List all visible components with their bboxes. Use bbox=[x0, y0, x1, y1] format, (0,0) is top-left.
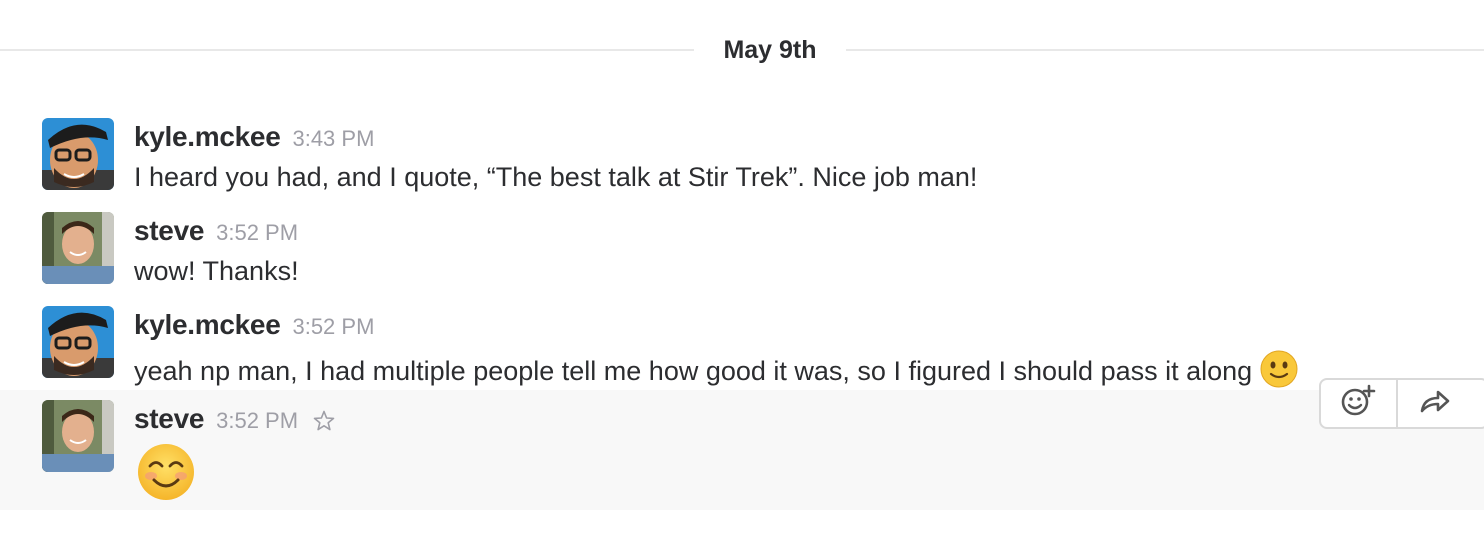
avatar-steve[interactable] bbox=[42, 400, 114, 472]
author-name[interactable]: kyle.mckee bbox=[134, 121, 281, 152]
message-header: kyle.mckee 3:52 PM bbox=[134, 309, 374, 341]
message-header: steve 3:52 PM bbox=[134, 403, 336, 438]
timestamp[interactable]: 3:52 PM bbox=[216, 220, 298, 245]
message-text: wow! Thanks! bbox=[134, 256, 299, 286]
message-text: yeah np man, I had multiple people tell … bbox=[134, 350, 1298, 395]
message-text: I heard you had, and I quote, “The best … bbox=[134, 162, 978, 192]
share-icon bbox=[1418, 387, 1452, 420]
share-message-button[interactable] bbox=[1396, 380, 1471, 427]
add-reaction-button[interactable] bbox=[1321, 380, 1394, 427]
add-reaction-icon bbox=[1340, 384, 1376, 423]
avatar-kyle[interactable] bbox=[42, 306, 114, 378]
message-row[interactable]: kyle.mckee 3:43 PM I heard you had, and I… bbox=[0, 110, 1484, 200]
author-name[interactable]: steve bbox=[134, 403, 204, 434]
message-row[interactable]: kyle.mckee 3:52 PM yeah np man, I had mul… bbox=[0, 298, 1484, 388]
message-header: steve 3:52 PM bbox=[134, 215, 298, 247]
author-name[interactable]: steve bbox=[134, 215, 204, 246]
message-row[interactable]: steve 3:52 PM bbox=[0, 390, 1484, 510]
message-row[interactable]: steve 3:52 PM wow! Thanks! bbox=[0, 204, 1484, 294]
date-divider: May 9th bbox=[694, 30, 846, 70]
slightly-smiling-face-icon bbox=[1260, 350, 1298, 395]
timestamp[interactable]: 3:52 PM bbox=[216, 408, 298, 433]
message-header: kyle.mckee 3:43 PM bbox=[134, 121, 374, 153]
star-icon[interactable] bbox=[312, 409, 336, 438]
avatar-steve[interactable] bbox=[42, 212, 114, 284]
timestamp[interactable]: 3:52 PM bbox=[292, 314, 374, 339]
message-actions-toolbar bbox=[1319, 378, 1484, 429]
author-name[interactable]: kyle.mckee bbox=[134, 309, 281, 340]
avatar-kyle[interactable] bbox=[42, 118, 114, 190]
message-pane: May 9th kyle.mckee 3:43 PM I heard you ha… bbox=[0, 0, 1484, 536]
smiling-face-with-smiling-eyes-icon bbox=[136, 442, 196, 507]
timestamp[interactable]: 3:43 PM bbox=[292, 126, 374, 151]
message-text-content: yeah np man, I had multiple people tell … bbox=[134, 356, 1253, 386]
